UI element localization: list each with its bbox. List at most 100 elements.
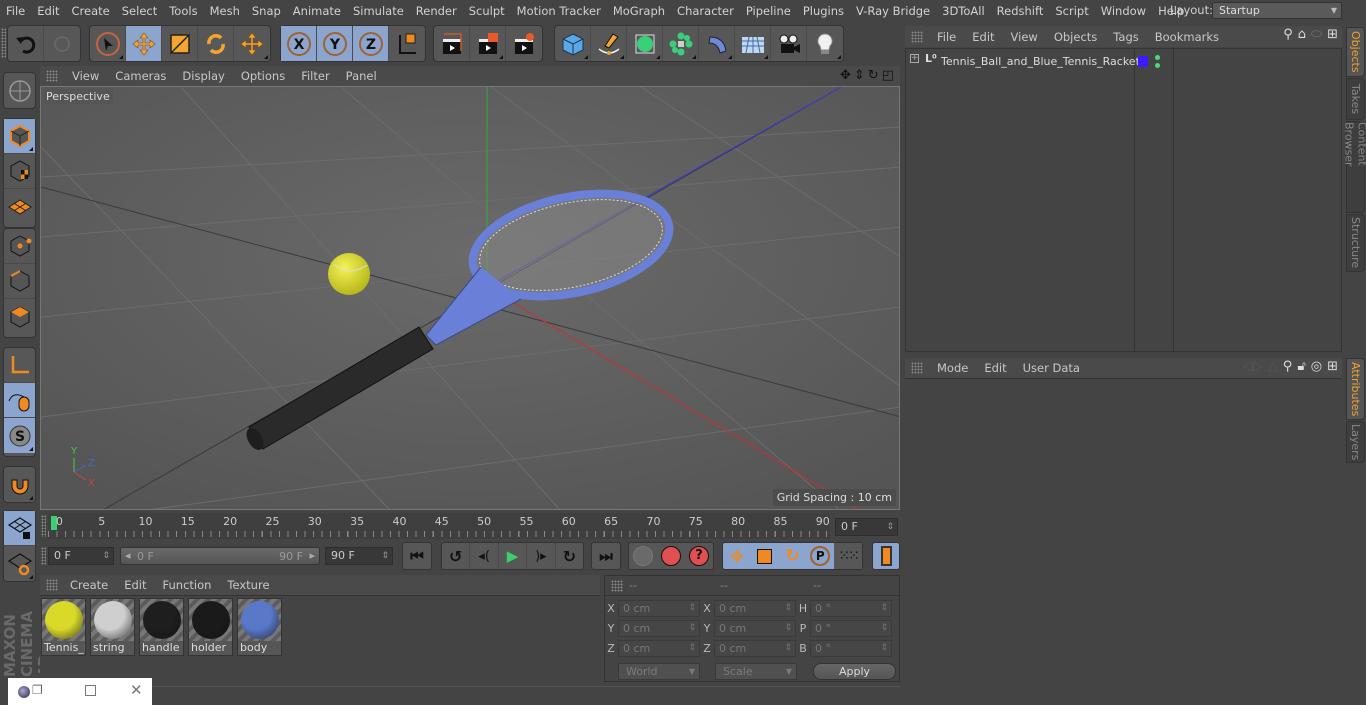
eye-icon[interactable]: ⬭ xyxy=(1311,27,1322,42)
pos-y-field[interactable]: 0 cm xyxy=(618,620,700,637)
menu-window[interactable]: Window xyxy=(1095,4,1152,18)
material-grip[interactable] xyxy=(46,579,58,591)
menu-create[interactable]: Create xyxy=(66,4,116,18)
range-left-arrow[interactable]: ◂ xyxy=(125,549,131,562)
menu-file[interactable]: File xyxy=(0,4,31,18)
rot-p-field[interactable]: 0 ° xyxy=(810,620,892,637)
new-panel-icon[interactable]: ⊞ xyxy=(1327,359,1338,374)
menu-mograph[interactable]: MoGraph xyxy=(607,4,671,18)
back-icon[interactable]: ◁▷ xyxy=(1243,359,1263,374)
next-frame-button[interactable]: )▸ xyxy=(527,543,556,569)
restore-icon[interactable]: ❐ xyxy=(32,683,43,697)
3d-viewport[interactable]: Perspective Y Z X Grid Spacing : 10 cm xyxy=(40,86,900,510)
tab-objects[interactable]: Objects xyxy=(1346,27,1365,77)
material-swatch[interactable]: Tennis_l xyxy=(41,598,86,656)
viewport-menu-view[interactable]: View xyxy=(64,69,107,83)
material-swatch[interactable]: body xyxy=(237,598,282,656)
expand-icon[interactable]: + xyxy=(910,54,919,63)
objects-menu-objects[interactable]: Objects xyxy=(1046,30,1105,44)
go-to-start-button[interactable]: ⏮ xyxy=(402,542,432,570)
menu-simulate[interactable]: Simulate xyxy=(347,4,410,18)
menu-tools[interactable]: Tools xyxy=(163,4,203,18)
rot-h-field[interactable]: 0 ° xyxy=(810,600,892,617)
viewport-menu-options[interactable]: Options xyxy=(233,69,293,83)
end-frame-field[interactable]: 90 F xyxy=(325,547,393,565)
pos-x-field[interactable]: 0 cm xyxy=(618,600,700,617)
transport-grip[interactable] xyxy=(41,547,46,565)
timeline-window-button[interactable] xyxy=(872,542,900,570)
menu-sculpt[interactable]: Sculpt xyxy=(463,4,511,18)
start-frame-field[interactable]: 0 F xyxy=(48,547,114,565)
material-menu-function[interactable]: Function xyxy=(155,578,220,592)
texture-mode-button[interactable] xyxy=(4,154,35,189)
model-mode-button[interactable] xyxy=(4,119,35,154)
menu-snap[interactable]: Snap xyxy=(246,4,287,18)
menu-select[interactable]: Select xyxy=(116,4,163,18)
range-right-arrow[interactable]: ▸ xyxy=(309,549,315,562)
viewport-menu-filter[interactable]: Filter xyxy=(293,69,337,83)
tweak-mode-button[interactable] xyxy=(4,383,35,418)
workplane-mode-button[interactable] xyxy=(4,189,35,224)
objects-menu-bookmarks[interactable]: Bookmarks xyxy=(1147,30,1227,44)
search-icon[interactable]: ⚲ xyxy=(1283,359,1293,374)
attributes-grip[interactable] xyxy=(911,362,923,374)
record-active-objects-button[interactable] xyxy=(629,543,657,569)
apply-button[interactable]: Apply xyxy=(813,663,896,680)
size-z-field[interactable]: 0 cm xyxy=(714,640,796,657)
coordinate-type-select[interactable]: Scale xyxy=(715,663,797,680)
viewport-menu-panel[interactable]: Panel xyxy=(338,69,385,83)
tab-attributes[interactable]: Attributes xyxy=(1346,358,1365,420)
floor-button[interactable] xyxy=(735,26,771,61)
minimized-window-tab[interactable]: ❐ ✕ xyxy=(8,678,152,705)
close-icon[interactable]: ✕ xyxy=(130,681,143,699)
toolbar-grip[interactable] xyxy=(1,28,6,58)
subdivision-surface-button[interactable] xyxy=(627,26,663,61)
autokeying-button[interactable] xyxy=(657,543,685,569)
menu-render[interactable]: Render xyxy=(410,4,463,18)
rotate-view-icon[interactable]: ↻ xyxy=(868,68,879,83)
attributes-menu-user-data[interactable]: User Data xyxy=(1015,361,1088,375)
attributes-menu-mode[interactable]: Mode xyxy=(929,361,976,375)
material-menu-edit[interactable]: Edit xyxy=(116,578,154,592)
home-icon[interactable]: ⌂ xyxy=(1298,27,1306,42)
key-scale-button[interactable] xyxy=(751,543,779,569)
menu-script[interactable]: Script xyxy=(1049,4,1094,18)
menu-character[interactable]: Character xyxy=(671,4,740,18)
viewport-grip[interactable] xyxy=(46,70,58,82)
polygons-mode-button[interactable] xyxy=(4,299,35,334)
tennis-ball[interactable] xyxy=(328,253,370,295)
cloner-button[interactable] xyxy=(663,26,699,61)
undo-button[interactable] xyxy=(8,26,44,61)
menu-edit[interactable]: Edit xyxy=(31,4,65,18)
rot-b-field[interactable]: 0 ° xyxy=(810,640,892,657)
pan-view-icon[interactable]: ✥ xyxy=(840,68,851,83)
maximize-view-icon[interactable]: ◰ xyxy=(882,68,894,83)
lock-icon[interactable]: 🔓︎ xyxy=(1297,359,1305,374)
viewport-menu-cameras[interactable]: Cameras xyxy=(107,69,174,83)
lock-workplane-button[interactable] xyxy=(4,511,35,546)
prev-frame-button[interactable]: ◂( xyxy=(470,543,499,569)
layer-color-swatch[interactable] xyxy=(1138,56,1148,67)
points-mode-button[interactable] xyxy=(4,229,35,264)
range-slider[interactable]: ◂ 0 F 90 F ▸ xyxy=(120,547,320,565)
tab-structure[interactable]: Structure xyxy=(1346,214,1365,272)
menu-animate[interactable]: Animate xyxy=(287,4,347,18)
key-parameter-button[interactable]: P xyxy=(806,543,834,569)
current-frame-field[interactable]: 0 F xyxy=(835,518,898,536)
material-menu-create[interactable]: Create xyxy=(62,578,116,592)
rotate-tool-button[interactable] xyxy=(198,26,234,61)
redo-button[interactable] xyxy=(44,26,80,61)
tab-layers[interactable]: Layers xyxy=(1346,421,1365,463)
scale-tool-button[interactable] xyxy=(162,26,198,61)
snap-button[interactable] xyxy=(4,467,35,502)
go-to-end-button[interactable]: ⏭ xyxy=(591,542,621,570)
key-pla-button[interactable]: ⁙⁙ xyxy=(834,543,862,569)
x-axis-button[interactable]: X xyxy=(281,26,317,61)
target-icon[interactable]: ◎ xyxy=(1311,359,1322,374)
render-to-picture-viewer-button[interactable] xyxy=(470,26,506,61)
objects-menu-file[interactable]: File xyxy=(929,30,964,44)
move-tool-button[interactable] xyxy=(126,26,162,61)
material-menu-texture[interactable]: Texture xyxy=(219,578,277,592)
keyframe-selection-button[interactable]: ? xyxy=(685,543,713,569)
key-rotation-button[interactable]: ↻ xyxy=(779,543,807,569)
